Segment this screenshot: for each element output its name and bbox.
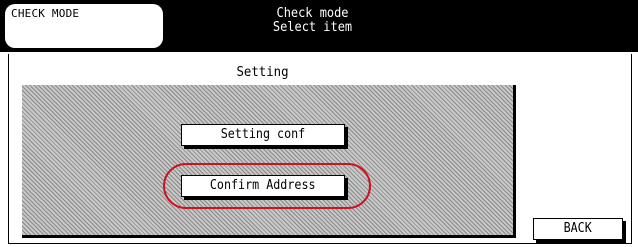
- header-title: Check mode: [276, 6, 349, 21]
- header-bar: CHECK MODE Check mode Select item: [0, 0, 638, 52]
- setting-conf-label: Setting conf: [220, 127, 306, 142]
- confirm-address-button[interactable]: Confirm Address: [181, 175, 345, 197]
- back-button[interactable]: BACK: [533, 218, 623, 240]
- check-mode-screen: CHECK MODE Check mode Select item Settin…: [0, 0, 638, 247]
- header-subtitle: Select item: [272, 20, 353, 35]
- section-label: Setting: [236, 65, 289, 80]
- confirm-address-label: Confirm Address: [210, 178, 316, 193]
- mode-tab[interactable]: CHECK MODE: [5, 4, 163, 48]
- options-panel: [22, 85, 516, 238]
- setting-conf-button[interactable]: Setting conf: [181, 124, 345, 146]
- mode-tab-label: CHECK MODE: [11, 7, 80, 20]
- back-label: BACK: [563, 221, 593, 236]
